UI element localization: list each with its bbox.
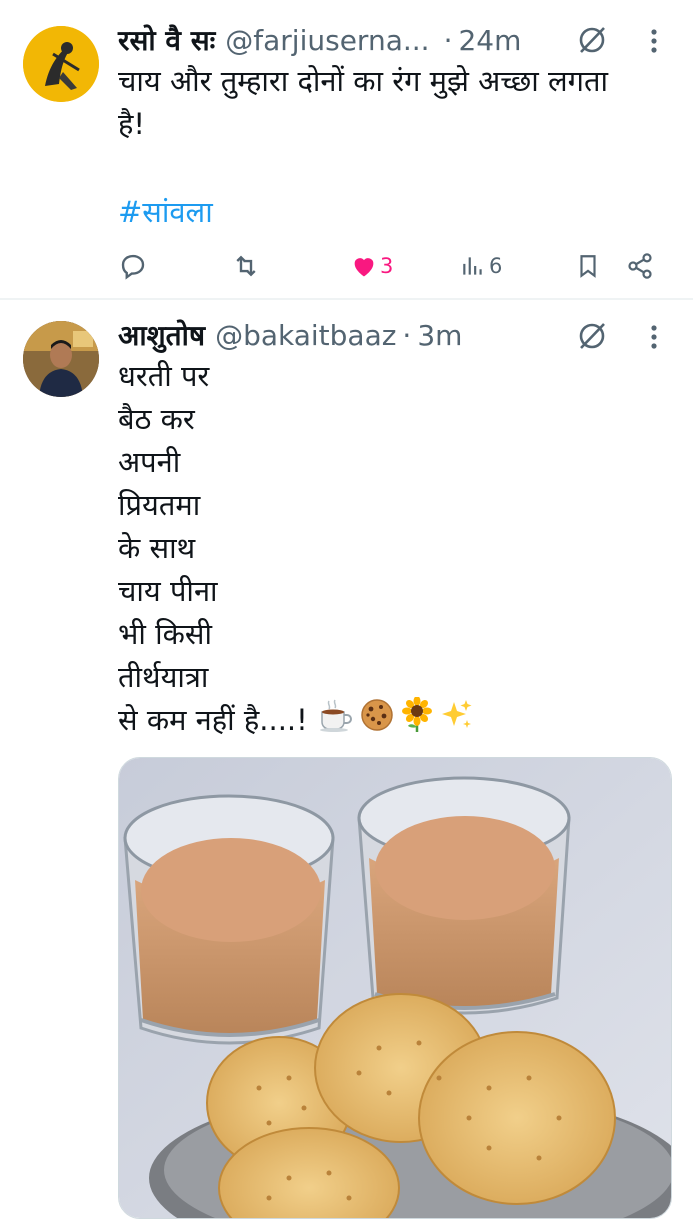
share-icon bbox=[628, 253, 652, 279]
separator: · bbox=[443, 23, 453, 57]
retweet-button[interactable] bbox=[230, 248, 262, 284]
tweet-text: धरती पर बैठ कर अपनी प्रियतमा के साथ चाय … bbox=[118, 355, 663, 742]
grok-icon[interactable] bbox=[576, 24, 608, 56]
text-line: तीर्थयात्रा bbox=[118, 660, 209, 694]
last-text-line: से कम नहीं है....! bbox=[118, 695, 663, 745]
text-line: चाय पीना bbox=[118, 574, 218, 608]
timestamp[interactable]: 24m bbox=[458, 24, 521, 57]
cookie-icon bbox=[360, 698, 394, 744]
like-count: 3 bbox=[380, 254, 394, 278]
text-line: के साथ bbox=[118, 531, 196, 565]
text-line: प्रियतमा bbox=[118, 488, 201, 522]
bookmark-button[interactable] bbox=[575, 248, 601, 284]
display-name[interactable]: आशुतोष bbox=[118, 316, 205, 354]
avatar[interactable] bbox=[23, 321, 99, 397]
text-line: अपनी bbox=[118, 445, 181, 479]
sunflower-icon bbox=[400, 695, 434, 745]
text-line: भी किसी bbox=[118, 617, 213, 651]
like-button[interactable]: 3 bbox=[350, 248, 393, 284]
action-bar: 3 6 bbox=[118, 248, 653, 284]
grok-icon[interactable] bbox=[576, 320, 608, 352]
text-line: बैठ कर bbox=[118, 402, 195, 436]
text-line: से कम नहीं है....! bbox=[118, 703, 308, 737]
tea-glass-left bbox=[123, 794, 335, 1045]
tweet-text: चाय और तुम्हारा दोनों का रंग मुझे अच्छा … bbox=[118, 60, 663, 234]
reply-button[interactable] bbox=[118, 248, 148, 284]
more-icon[interactable] bbox=[649, 322, 659, 354]
hashtag-link[interactable]: #सांवला bbox=[118, 191, 663, 234]
tweet-image[interactable] bbox=[118, 757, 672, 1219]
share-button[interactable] bbox=[626, 248, 654, 284]
more-icon[interactable] bbox=[649, 26, 659, 58]
heart-icon bbox=[354, 258, 374, 277]
sparkles-icon bbox=[440, 698, 474, 744]
text-line: धरती पर bbox=[118, 359, 210, 393]
handle[interactable]: @bakaitbaaz bbox=[215, 319, 396, 352]
views-icon bbox=[463, 257, 482, 275]
text-line: है! bbox=[118, 107, 146, 141]
reply-icon bbox=[121, 254, 145, 280]
timestamp[interactable]: 3m bbox=[417, 319, 462, 352]
retweet-icon bbox=[236, 255, 256, 277]
views-count: 6 bbox=[489, 254, 503, 278]
text-line: चाय और तुम्हारा दोनों का रंग मुझे अच्छा … bbox=[118, 64, 609, 98]
hot-beverage-icon bbox=[318, 698, 354, 744]
bookmark-icon bbox=[580, 255, 596, 278]
tweet-1[interactable]: रसो वै सः @farjiuserna... · 24m चाय और त… bbox=[0, 0, 693, 298]
avatar[interactable] bbox=[23, 26, 99, 102]
separator: · bbox=[402, 318, 412, 352]
display-name[interactable]: रसो वै सः bbox=[118, 21, 215, 59]
handle[interactable]: @farjiuserna... bbox=[225, 24, 429, 57]
tea-glass-right bbox=[357, 776, 571, 1015]
views-button[interactable]: 6 bbox=[460, 248, 502, 284]
